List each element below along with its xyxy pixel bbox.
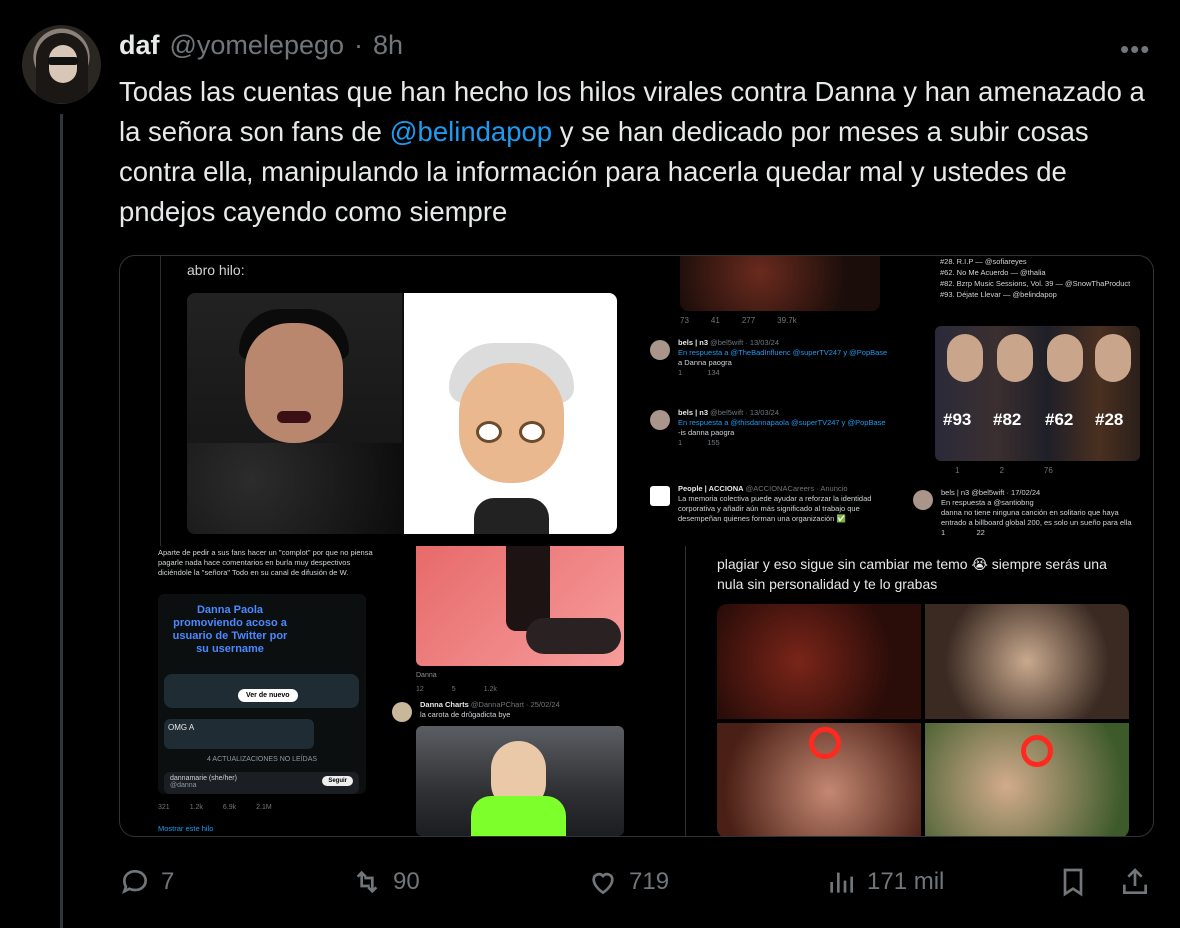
chat-headline: Danna Paola promoviendo acoso a usuario …	[172, 604, 288, 655]
retweet-icon	[356, 870, 378, 894]
reply-button[interactable]: 7	[119, 866, 174, 898]
rank-label: #62	[1045, 410, 1074, 429]
grid-photo	[925, 723, 1129, 836]
share-icon	[1123, 868, 1147, 894]
mini-avatar	[392, 702, 412, 722]
heart-icon	[592, 872, 614, 895]
grid-photo	[717, 604, 921, 719]
screenshot-middle: Danna 12 5 1.2k Danna Charts @DannaPChart …	[382, 546, 637, 836]
caption: Danna	[416, 672, 437, 679]
action-bar: 7 90 719 171 mil	[119, 866, 1159, 902]
reply-count: 7	[161, 868, 175, 895]
media-collage[interactable]: abro hilo: 73 41 277 39.7k bels | n3 @bel5w…	[119, 255, 1154, 837]
thumbnail-image	[680, 256, 880, 311]
rank-label: #28	[1095, 410, 1124, 429]
grid-photo	[925, 604, 1129, 719]
quoted-text: plagiar y eso sigue sin cambiar me temo …	[717, 556, 1107, 592]
more-dots-icon[interactable]: •••	[1120, 34, 1150, 65]
views-count: 171 mil	[867, 868, 945, 895]
cartoon-avatar-image	[404, 293, 617, 534]
rank-label: #82	[993, 410, 1022, 429]
ad-mini-tweet: People | ACCIONA @ACCIONACareers · Anunc…	[650, 482, 895, 542]
views-button[interactable]: 171 mil	[825, 866, 944, 898]
display-name[interactable]: daf	[119, 30, 160, 61]
ver-de-nuevo-button: Ver de nuevo	[238, 689, 298, 702]
screenshot-column-replies: 73 41 277 39.7k bels | n3 @bel5wift · 13/03…	[640, 256, 895, 546]
mini-tweet: bels | n3 @bel5wift · 13/03/24 En respue…	[650, 336, 895, 404]
like-count: 719	[629, 868, 670, 895]
unread-updates: 4 ACTUALIZACIONES NO LEÍDAS	[206, 756, 318, 763]
screenshot-chat: Aparte de pedir a sus fans hacer un "com…	[150, 546, 380, 836]
mention-link[interactable]: @belindapop	[390, 116, 553, 147]
bookmark-icon	[1063, 868, 1083, 897]
mini-avatar	[913, 490, 933, 510]
share-button[interactable]	[1119, 866, 1151, 898]
chart-ranking-image: #93 #82 #62 #28	[935, 326, 1140, 461]
reply-mini-tweet: bels | n3 @bel5wift · 17/02/24 En respue…	[905, 484, 1153, 546]
neon-photo	[416, 726, 624, 836]
separator-dot: ·	[354, 30, 364, 60]
like-button[interactable]: 719	[587, 866, 669, 898]
divider	[685, 546, 686, 836]
mini-tweet: bels | n3 @bel5wift · 13/03/24 En respue…	[650, 406, 895, 474]
rank-label: #93	[943, 410, 972, 429]
photo-comparison	[187, 293, 617, 534]
tweet-text: Todas las cuentas que han hecho los hilo…	[119, 72, 1159, 232]
mini-avatar	[650, 410, 670, 430]
acciona-logo	[650, 486, 670, 506]
retweet-button[interactable]: 90	[351, 866, 420, 898]
red-circle-marker	[809, 727, 841, 759]
pink-photo	[416, 546, 624, 666]
user-handle[interactable]: @yomelepego	[170, 30, 345, 61]
red-circle-marker	[1021, 735, 1053, 767]
portrait-photo	[187, 293, 402, 534]
analytics-icon	[830, 872, 853, 893]
tweet-header: daf @yomelepego · 8h	[119, 30, 403, 61]
mini-action-row: 73 41 277 39.7k	[680, 316, 797, 325]
mini-action-row: 321 1.2k 6.9k 2.1M	[158, 804, 272, 811]
bookmark-button[interactable]	[1057, 866, 1089, 898]
profile-card: dannamarie (she/her) @danna Seguir	[164, 772, 359, 794]
mini-avatar	[650, 340, 670, 360]
mini-action-row: 1 2 76	[955, 466, 1053, 475]
chat-message: OMG A	[164, 719, 314, 749]
chat-note: Aparte de pedir a sus fans hacer un "com…	[158, 548, 373, 577]
thread-line	[60, 114, 63, 928]
avatar[interactable]	[22, 25, 101, 104]
grid-photo	[717, 723, 921, 836]
follow-button: Seguir	[322, 776, 353, 786]
divider	[160, 256, 161, 546]
timestamp[interactable]: 8h	[373, 30, 403, 61]
chart-list: #28. R.I.P — @sofiareyes #62. No Me Acue…	[940, 257, 1131, 299]
mini-action-row: 12 5 1.2k	[416, 686, 497, 693]
abro-hilo-text: abro hilo:	[187, 262, 245, 278]
chat-window: Danna Paola promoviendo acoso a usuario …	[158, 594, 366, 794]
retweet-count: 90	[393, 868, 420, 895]
photo-grid	[717, 604, 1129, 836]
screenshot-right: plagiar y eso sigue sin cambiar me temo …	[685, 546, 1153, 836]
show-thread-link: Mostrar este hilo	[158, 824, 214, 833]
reply-icon	[121, 869, 148, 895]
